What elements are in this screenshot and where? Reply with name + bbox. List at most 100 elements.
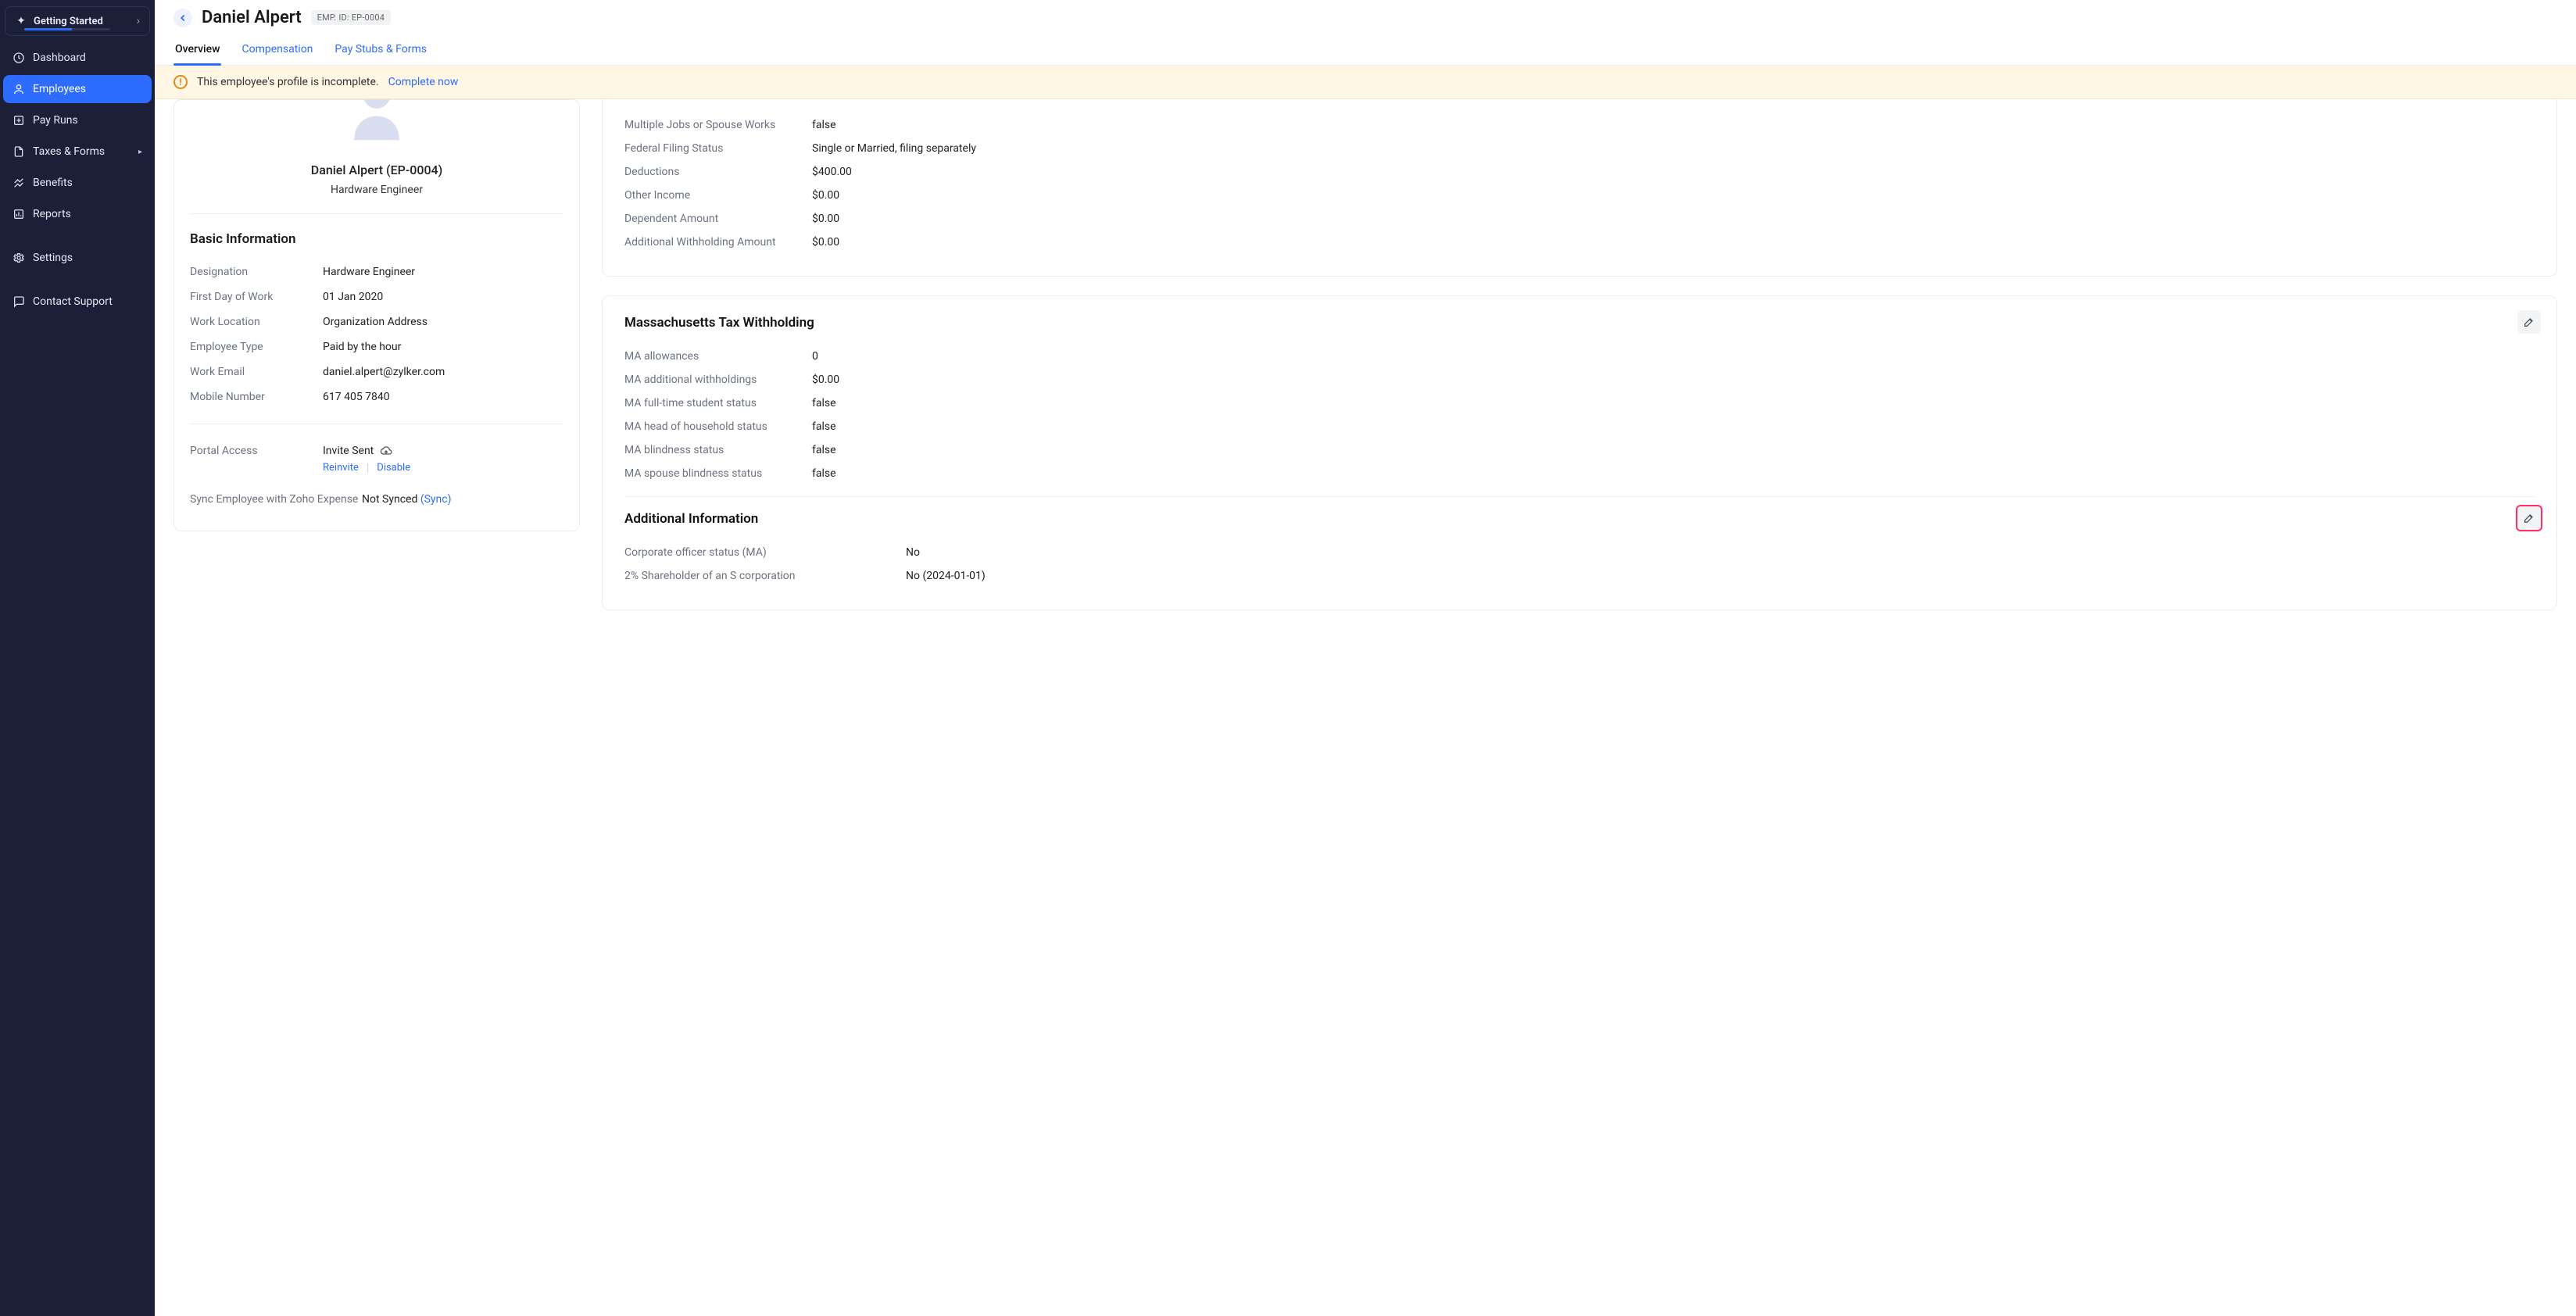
clock-icon bbox=[13, 52, 25, 64]
tax-value: 0 bbox=[812, 350, 818, 363]
reinvite-link[interactable]: Reinvite bbox=[323, 462, 359, 474]
sidebar-item-label: Settings bbox=[33, 252, 73, 264]
plus-box-icon bbox=[13, 114, 25, 127]
tax-label: MA additional withholdings bbox=[624, 374, 812, 386]
chart-icon bbox=[13, 208, 25, 220]
kv-value: 01 Jan 2020 bbox=[323, 291, 564, 303]
user-icon bbox=[13, 83, 25, 95]
kv-label: Mobile Number bbox=[190, 391, 323, 403]
tax-label: Other Income bbox=[624, 189, 812, 202]
chat-icon bbox=[13, 295, 25, 308]
addl-label: 2% Shareholder of an S corporation bbox=[624, 570, 906, 582]
sidebar-item-settings[interactable]: Settings bbox=[3, 244, 152, 272]
kv-label: First Day of Work bbox=[190, 291, 323, 303]
tax-value: $0.00 bbox=[812, 213, 839, 225]
tax-value: $0.00 bbox=[812, 189, 839, 202]
sync-label: Sync Employee with Zoho Expense bbox=[190, 493, 362, 506]
sidebar-item-dashboard[interactable]: Dashboard bbox=[3, 44, 152, 72]
sidebar-item-benefits[interactable]: Benefits bbox=[3, 169, 152, 197]
edit-ma-tax-button[interactable] bbox=[2517, 310, 2541, 334]
tax-label: MA blindness status bbox=[624, 444, 812, 456]
getting-started-progress bbox=[24, 28, 110, 30]
tax-value: false bbox=[812, 119, 836, 131]
tax-value: false bbox=[812, 467, 836, 480]
addl-value: No (2024-01-01) bbox=[906, 570, 986, 582]
kv-label: Employee Type bbox=[190, 341, 323, 353]
tax-value: $0.00 bbox=[812, 374, 839, 386]
sync-status: Not Synced bbox=[362, 493, 417, 506]
back-button[interactable] bbox=[174, 9, 192, 27]
tax-label: MA head of household status bbox=[624, 420, 812, 433]
edit-additional-info-button[interactable] bbox=[2517, 506, 2541, 530]
benefits-icon bbox=[13, 177, 25, 189]
tab-compensation[interactable]: Compensation bbox=[240, 35, 314, 65]
main-content: Daniel Alpert EMP. ID: EP-0004 Overview … bbox=[155, 0, 2576, 1316]
tax-label: Federal Filing Status bbox=[624, 142, 812, 155]
kv-value: daniel.alpert@zylker.com bbox=[323, 366, 564, 378]
profile-role: Hardware Engineer bbox=[331, 184, 423, 196]
kv-label: Designation bbox=[190, 266, 323, 278]
kv-value: Hardware Engineer bbox=[323, 266, 564, 278]
sync-link[interactable]: (Sync) bbox=[420, 493, 452, 506]
incomplete-profile-alert: ! This employee's profile is incomplete.… bbox=[155, 66, 2576, 99]
tax-value: $0.00 bbox=[812, 236, 839, 249]
tax-label: Multiple Jobs or Spouse Works bbox=[624, 119, 812, 131]
page-title: Daniel Alpert bbox=[202, 8, 302, 27]
complete-now-link[interactable]: Complete now bbox=[388, 76, 459, 88]
portal-access-label: Portal Access bbox=[190, 445, 323, 457]
gear-icon bbox=[13, 252, 25, 264]
profile-name: Daniel Alpert (EP-0004) bbox=[311, 163, 442, 177]
tab-pay-stubs-forms[interactable]: Pay Stubs & Forms bbox=[333, 35, 428, 65]
sidebar-item-reports[interactable]: Reports bbox=[3, 200, 152, 228]
tax-label: MA full-time student status bbox=[624, 397, 812, 409]
alert-message: This employee's profile is incomplete. bbox=[197, 76, 379, 88]
sidebar-item-label: Contact Support bbox=[33, 295, 113, 308]
sidebar-item-taxes-forms[interactable]: Taxes & Forms ▸ bbox=[3, 138, 152, 166]
federal-tax-card: Multiple Jobs or Spouse Worksfalse Feder… bbox=[602, 99, 2557, 277]
tax-value: false bbox=[812, 397, 836, 409]
avatar bbox=[339, 99, 414, 144]
getting-started-card[interactable]: ✦ Getting Started › bbox=[5, 6, 150, 36]
sparkle-icon: ✦ bbox=[15, 15, 27, 27]
sidebar-item-label: Dashboard bbox=[33, 52, 86, 64]
page-header: Daniel Alpert EMP. ID: EP-0004 bbox=[155, 0, 2576, 27]
tax-value: Single or Married, filing separately bbox=[812, 142, 976, 155]
sidebar-item-employees[interactable]: Employees bbox=[3, 75, 152, 103]
tax-value: false bbox=[812, 420, 836, 433]
tabs: Overview Compensation Pay Stubs & Forms bbox=[155, 27, 2576, 66]
tax-label: Deductions bbox=[624, 166, 812, 178]
tax-value: $400.00 bbox=[812, 166, 852, 178]
additional-info-title: Additional Information bbox=[624, 511, 2535, 527]
sidebar-item-label: Reports bbox=[33, 208, 71, 220]
disable-link[interactable]: Disable bbox=[377, 462, 410, 474]
tax-label: MA allowances bbox=[624, 350, 812, 363]
profile-card: Daniel Alpert (EP-0004) Hardware Enginee… bbox=[174, 99, 580, 531]
doc-icon bbox=[13, 145, 25, 158]
sidebar-item-label: Benefits bbox=[33, 177, 73, 189]
sidebar-item-pay-runs[interactable]: Pay Runs bbox=[3, 106, 152, 134]
content-area: Daniel Alpert (EP-0004) Hardware Enginee… bbox=[155, 99, 2576, 1316]
sidebar-item-contact-support[interactable]: Contact Support bbox=[3, 288, 152, 316]
sidebar-item-label: Taxes & Forms bbox=[33, 145, 105, 158]
kv-label: Work Email bbox=[190, 366, 323, 378]
kv-label: Work Location bbox=[190, 316, 323, 328]
warning-icon: ! bbox=[174, 75, 188, 89]
tax-label: MA spouse blindness status bbox=[624, 467, 812, 480]
tab-overview[interactable]: Overview bbox=[174, 35, 221, 65]
sidebar-item-label: Employees bbox=[33, 83, 86, 95]
portal-status: Invite Sent bbox=[323, 445, 374, 457]
additional-info-section: Additional Information Corporate officer… bbox=[624, 511, 2535, 588]
basic-info-title: Basic Information bbox=[190, 231, 564, 247]
kv-value: 617 405 7840 bbox=[323, 391, 564, 403]
tax-label: Dependent Amount bbox=[624, 213, 812, 225]
tax-label: Additional Withholding Amount bbox=[624, 236, 812, 249]
ma-tax-title: Massachusetts Tax Withholding bbox=[624, 315, 2535, 331]
emp-id-badge: EMP. ID: EP-0004 bbox=[311, 10, 391, 25]
addl-label: Corporate officer status (MA) bbox=[624, 546, 906, 559]
getting-started-label: Getting Started bbox=[34, 16, 131, 27]
tax-value: false bbox=[812, 444, 836, 456]
kv-value: Paid by the hour bbox=[323, 341, 564, 353]
sidebar: ✦ Getting Started › Dashboard Employees … bbox=[0, 0, 155, 1316]
chevron-right-icon: ▸ bbox=[138, 148, 142, 156]
sidebar-item-label: Pay Runs bbox=[33, 114, 78, 127]
